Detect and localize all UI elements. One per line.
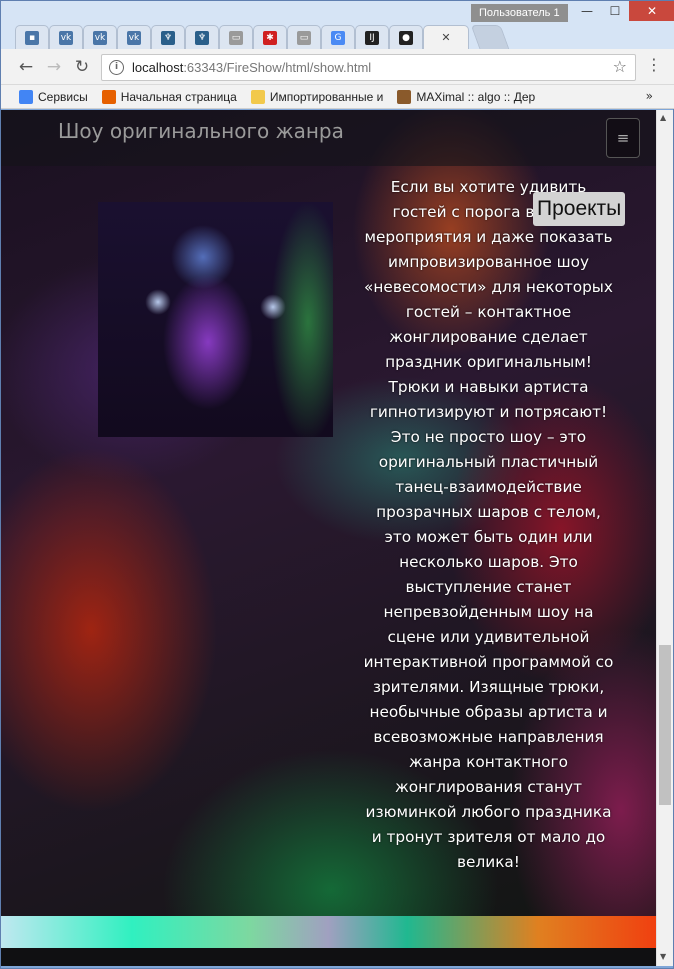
profile-button[interactable]: Пользователь 1 [471, 4, 568, 22]
browser-tab[interactable]: IJ [355, 25, 389, 49]
browser-tab[interactable]: ♆ [185, 25, 219, 49]
firefox-icon [101, 89, 116, 104]
close-tab-icon[interactable]: ✕ [441, 31, 450, 44]
tab-strip: ▪ vk vk vk ♆ ♆ ▭ ✱ ▭ G IJ ● ✕ [15, 24, 510, 49]
apps-grid-icon [19, 89, 33, 104]
intellij-icon: IJ [365, 30, 379, 45]
menu-toggle-button[interactable]: ≡ [606, 118, 640, 158]
juggler-photo [98, 202, 333, 437]
scrollbar-thumb[interactable] [659, 645, 671, 805]
browser-tab[interactable]: vk [117, 25, 151, 49]
url-path: :63343/FireShow/html/show.html [183, 60, 372, 75]
browser-tab[interactable]: vk [49, 25, 83, 49]
description-line: непревзойденным шоу на [383, 603, 594, 621]
description-line: всевозможные направления [373, 728, 604, 746]
description-line: жонглирование сделает [389, 328, 588, 346]
bookmark-item[interactable]: MAXimal :: algo :: Дер [397, 89, 536, 104]
bookmark-label: Начальная страница [120, 89, 237, 104]
bookmarks-bar: Сервисы Начальная страница Импортированные… [1, 85, 674, 109]
description-line: Трюки и навыки артиста [388, 378, 589, 396]
scroll-up-arrow[interactable]: ▲ [660, 113, 666, 122]
document-icon: ▭ [297, 30, 311, 45]
description-line: жонглирования станут [394, 778, 583, 796]
description-line: интерактивной программой со [363, 653, 614, 671]
new-tab-button[interactable] [470, 25, 510, 49]
description-line: праздник оригинальным! [385, 353, 592, 371]
description-line: прозрачных шаров с телом, [376, 503, 601, 521]
browser-tab[interactable]: ▪ [15, 25, 49, 49]
maximal-icon [397, 89, 412, 104]
maximize-button[interactable]: ☐ [601, 1, 629, 21]
description-line: танец-взаимодействие [395, 478, 582, 496]
github-icon: ● [399, 30, 413, 45]
description-line: и тронут зрителя от мало до [371, 828, 606, 846]
browser-menu-icon[interactable]: ⋮ [646, 55, 662, 74]
browser-tab[interactable]: ● [389, 25, 423, 49]
person-icon: ♆ [161, 30, 175, 45]
description-line: жанра контактного [409, 753, 568, 771]
vertical-scrollbar[interactable]: ▲ ▼ [656, 110, 673, 966]
vk-icon: vk [127, 30, 141, 45]
chat-icon: ▪ [25, 30, 39, 45]
bookmarks-overflow-icon[interactable]: » [646, 89, 653, 103]
description-line: это может быть один или [384, 528, 593, 546]
close-window-button[interactable]: ✕ [629, 1, 674, 21]
description-line: зрителями. Изящные трюки, [372, 678, 605, 696]
browser-window: Пользователь 1 — ☐ ✕ ▪ vk vk vk ♆ ♆ ▭ ✱ ▭ G IJ ● ✕ ←… [0, 0, 674, 969]
title-bar: Пользователь 1 — ☐ ✕ ▪ vk vk vk ♆ ♆ ▭ ✱ ▭ G IJ ● ✕ [1, 1, 674, 49]
description-line: оригинальный пластичный [378, 453, 599, 471]
description-line: несколько шаров. Это [399, 553, 578, 571]
bookmark-item[interactable]: Начальная страница [101, 89, 237, 104]
scroll-down-arrow[interactable]: ▼ [660, 952, 666, 961]
url-host: localhost [132, 60, 184, 75]
bookmark-label: Импортированные и [269, 89, 384, 104]
reload-button[interactable]: ↻ [71, 56, 93, 78]
minimize-button[interactable]: — [573, 1, 601, 21]
bookmark-label: MAXimal :: algo :: Дер [416, 89, 536, 104]
bookmark-item[interactable]: Импортированные и [250, 89, 384, 104]
browser-tab[interactable]: ▭ [287, 25, 321, 49]
bookmark-label: Сервисы [38, 89, 88, 104]
description-line: изюминкой любого праздника [365, 803, 612, 821]
description-line: велика! [457, 853, 520, 871]
description-line: выступление станет [405, 578, 572, 596]
site-brand[interactable]: Шоу оригинального жанра [58, 119, 344, 143]
back-button[interactable]: ← [15, 56, 37, 78]
translate-icon: G [331, 30, 345, 45]
browser-tab[interactable]: G [321, 25, 355, 49]
forward-button[interactable]: → [43, 56, 65, 78]
info-icon[interactable]: i [109, 60, 124, 75]
active-tab[interactable]: ✕ [423, 25, 469, 49]
window-controls: — ☐ ✕ [573, 1, 674, 21]
toolbar: ← → ↻ i localhost:63343/FireShow/html/sh… [1, 49, 674, 85]
browser-tab[interactable]: ♆ [151, 25, 185, 49]
browser-tab[interactable]: vk [83, 25, 117, 49]
folder-icon [250, 89, 265, 104]
browser-tab[interactable]: ▭ [219, 25, 253, 49]
bookmark-star-icon[interactable]: ☆ [613, 57, 627, 76]
page-viewport: Шоу оригинального жанра ≡ Если вы хотите… [1, 110, 656, 966]
vk-icon: vk [59, 30, 73, 45]
star-red-icon: ✱ [263, 30, 277, 45]
address-bar[interactable]: i localhost:63343/FireShow/html/show.htm… [101, 54, 636, 81]
description-line: импровизированное шоу [387, 253, 590, 271]
description-line: Это не просто шоу – это [390, 428, 587, 446]
projects-label[interactable]: Проекты [533, 192, 626, 226]
document-icon: ▭ [229, 30, 243, 45]
description-line: гипнотизируют и потрясают! [369, 403, 608, 421]
description-line: мероприятия и даже показать [364, 228, 613, 246]
url-text[interactable]: localhost:63343/FireShow/html/show.html [132, 60, 371, 75]
bookmark-item[interactable]: Сервисы [19, 89, 88, 104]
person-icon: ♆ [195, 30, 209, 45]
browser-tab[interactable]: ✱ [253, 25, 287, 49]
description-line: необычные образы артиста и [369, 703, 608, 721]
description-line: сцене или удивительной [387, 628, 590, 646]
site-navbar: Шоу оригинального жанра ≡ [1, 110, 656, 166]
description-line: гостей – контактное [405, 303, 572, 321]
show-description: Если вы хотите удивить гостей с порога ва… [361, 175, 616, 875]
description-line: «невесомости» для некоторых [364, 278, 613, 296]
vk-icon: vk [93, 30, 107, 45]
footer-image-strip [1, 916, 656, 948]
